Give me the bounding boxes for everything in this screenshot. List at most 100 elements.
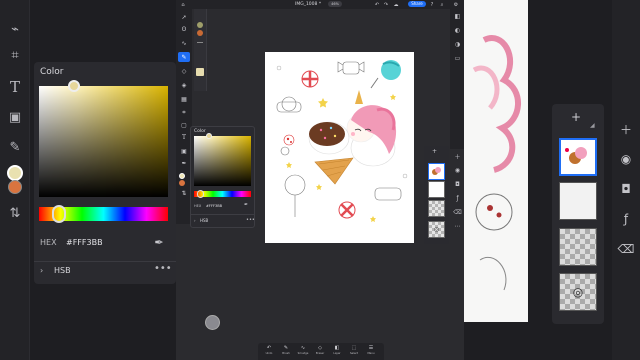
home-icon[interactable]: ⌂ <box>179 0 187 9</box>
eraser-side-icon[interactable]: ⌫ <box>453 208 462 217</box>
layer-icon: ◧ <box>334 345 340 351</box>
fx-icon[interactable]: ƒ <box>453 194 462 203</box>
secondary-color-swatch[interactable] <box>179 180 185 186</box>
hex-input[interactable]: #FFF3BB <box>66 238 103 247</box>
undo-icon[interactable]: ↶ <box>373 0 381 9</box>
chevron-right-icon[interactable]: › <box>194 218 196 223</box>
saturation-brightness-picker[interactable] <box>194 136 251 186</box>
primary-color-swatch[interactable] <box>179 173 185 179</box>
visibility-eye-icon[interactable]: ◉ <box>453 166 462 175</box>
layer-thumbnail-hidden[interactable]: ◎ <box>428 221 445 238</box>
color-preview-square[interactable] <box>196 68 204 76</box>
brush-size-dot[interactable] <box>197 22 203 28</box>
color-picker-handle[interactable] <box>68 80 80 92</box>
more-options-icon[interactable]: ⋯ <box>453 222 462 231</box>
comments-icon[interactable]: ▭ <box>453 54 462 63</box>
layer-thumbnail-artwork[interactable] <box>559 138 597 176</box>
properties-icon[interactable]: ◐ <box>453 26 462 35</box>
saturation-brightness-picker[interactable] <box>39 86 168 197</box>
more-options-icon[interactable]: ••• <box>246 217 255 223</box>
layer-preview-icon <box>565 147 587 164</box>
share-button[interactable]: Share <box>408 1 426 7</box>
document-title[interactable]: IMG_1008 * <box>295 0 321 9</box>
bottom-layer-button[interactable]: ◧ Layer <box>330 344 344 359</box>
layer-thumbnail-white[interactable] <box>559 182 597 220</box>
hidden-eye-icon: ◎ <box>572 285 584 299</box>
touch-shortcut-button[interactable] <box>205 315 220 330</box>
text-tool-icon[interactable]: T <box>179 132 189 142</box>
add-layer-icon[interactable]: + <box>571 110 581 124</box>
color-picker-handle[interactable] <box>206 133 212 139</box>
gradient-tool-icon[interactable]: ▦ <box>179 94 189 104</box>
bottom-menu-button[interactable]: ☰ Menu <box>364 344 378 359</box>
bottom-undo-button[interactable]: ↶ Undo <box>262 344 276 359</box>
bottom-eraser-button[interactable]: ◇ Eraser <box>313 344 327 359</box>
layers-corner-icon: ◢ <box>590 122 595 129</box>
smudge-tool-icon[interactable]: ∿ <box>179 38 189 48</box>
cloud-icon[interactable]: ☁ <box>392 0 400 9</box>
lasso-tool-icon[interactable]: ʘ <box>179 24 189 34</box>
eyedropper-tool-icon[interactable]: ✒ <box>179 158 189 168</box>
image-tool-icon[interactable]: ▣ <box>6 108 24 126</box>
layer-thumbnail-transparent[interactable] <box>428 200 445 217</box>
color-panel-title: Color <box>40 67 64 77</box>
move-tool-icon[interactable]: ➚ <box>179 12 189 22</box>
hidden-eye-icon: ◎ <box>433 226 440 233</box>
zoom-level[interactable]: 46% <box>328 1 342 7</box>
settings-gear-icon[interactable]: ⚙ <box>452 0 460 9</box>
image-tool-icon[interactable]: ▣ <box>179 146 189 156</box>
color-mode-label[interactable]: HSB <box>200 218 208 223</box>
add-icon[interactable]: ＋ <box>617 120 635 138</box>
eyedropper-icon[interactable]: ✒ <box>152 235 166 249</box>
layer-thumbnail-white[interactable] <box>428 181 445 198</box>
adjustments-icon[interactable]: ◑ <box>453 40 462 49</box>
chevron-right-icon[interactable]: › <box>40 266 43 275</box>
add-layer-side-icon[interactable]: ＋ <box>453 152 462 161</box>
help-icon[interactable]: ? <box>428 0 436 9</box>
undo-icon: ↶ <box>266 345 272 351</box>
shape-tool-icon[interactable]: ▢ <box>179 120 189 130</box>
swap-colors-icon[interactable]: ⇅ <box>6 204 24 222</box>
more-options-icon[interactable]: ••• <box>154 263 172 274</box>
layers-icon[interactable]: ◧ <box>453 12 462 21</box>
mask-icon[interactable]: ◘ <box>453 180 462 189</box>
brush-tool-active[interactable]: ✎ <box>178 52 190 62</box>
eraser-tool-icon[interactable]: ⌫ <box>617 240 635 258</box>
brush-icon: ✎ <box>181 53 187 61</box>
fill-tool-icon[interactable]: ◈ <box>179 80 189 90</box>
hue-slider-handle[interactable] <box>52 205 66 223</box>
fx-icon[interactable]: ƒ <box>617 210 635 228</box>
bottom-select-button[interactable]: ⬚ Select <box>347 344 361 359</box>
mask-icon[interactable]: ◘ <box>617 180 635 198</box>
brush-color-dot[interactable] <box>197 30 203 36</box>
secondary-color-swatch[interactable] <box>8 180 22 194</box>
hex-input[interactable]: #FFF3BB <box>206 204 222 208</box>
visibility-eye-icon[interactable]: ◉ <box>617 150 635 168</box>
canvas-artboard[interactable] <box>265 52 414 243</box>
background-canvas-zoom <box>464 0 528 322</box>
zoomed-unicorn-illustration <box>472 35 521 291</box>
smudge-icon: ∿ <box>300 345 306 351</box>
crop-tool-icon[interactable]: ⌗ <box>179 108 189 118</box>
eyedropper-icon[interactable]: ✒ <box>244 202 248 208</box>
brush-icon[interactable]: ⌁ <box>6 20 24 38</box>
add-layer-icon[interactable]: + <box>432 148 437 155</box>
eraser-tool-icon[interactable]: ◇ <box>179 66 189 76</box>
hue-slider-handle[interactable] <box>197 190 204 198</box>
bottom-smudge-button[interactable]: ∿ Smudge <box>296 344 310 359</box>
search-icon[interactable]: ⌕ <box>438 0 446 9</box>
redo-icon[interactable]: ↷ <box>382 0 390 9</box>
crop-icon[interactable]: ⌗ <box>6 46 24 64</box>
primary-color-swatch[interactable] <box>7 165 23 181</box>
layer-thumbnail-artwork[interactable] <box>428 163 445 180</box>
brush-icon: ✎ <box>283 345 289 351</box>
slider-divider <box>197 42 203 43</box>
bottom-brush-button[interactable]: ✎ Brush <box>279 344 293 359</box>
layer-thumbnail-transparent[interactable] <box>559 228 597 266</box>
hex-label: HEX <box>40 238 57 247</box>
eyedropper-icon[interactable]: ✎ <box>6 138 24 156</box>
swap-colors-icon[interactable]: ⇅ <box>179 188 189 198</box>
text-tool-icon[interactable]: T <box>6 78 24 96</box>
layer-thumbnail-hidden[interactable]: ◎ <box>559 273 597 311</box>
color-mode-label[interactable]: HSB <box>54 266 71 275</box>
